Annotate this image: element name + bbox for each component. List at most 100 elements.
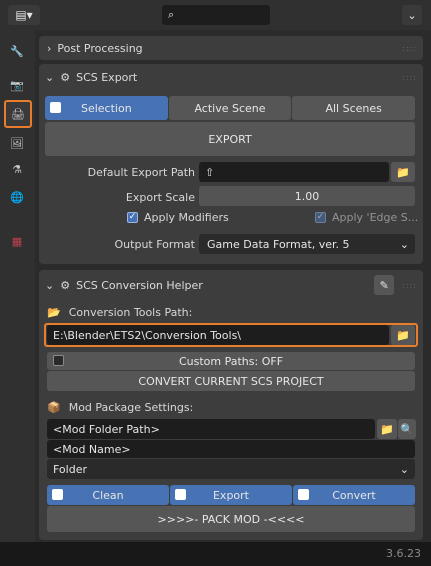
properties-tabs: 🔧 📷 🖨 🖼 ⚗ 🌐 ▦ (0, 30, 35, 542)
output-icon[interactable]: 🖨 (4, 100, 32, 128)
chevron-down-icon: ⌄ (45, 278, 55, 292)
checkbox-icon (175, 489, 186, 500)
drag-handle-icon[interactable]: :::: (402, 44, 417, 53)
status-bar: 3.6.23 (0, 542, 431, 566)
panel-title: SCS Conversion Helper (76, 278, 203, 292)
convert-project-button[interactable]: CONVERT CURRENT SCS PROJECT (47, 371, 415, 391)
checkbox-label: Apply Modifiers (144, 211, 229, 224)
scene-icon[interactable]: ⚗ (6, 158, 28, 180)
editor-header: ▤▾ ⌕ ⌄ (0, 0, 431, 30)
drag-handle-icon[interactable]: :::: (402, 281, 417, 290)
apply-modifiers-checkbox[interactable]: Apply Modifiers (127, 211, 229, 224)
texture-icon[interactable]: ▦ (6, 230, 28, 252)
chevron-down-icon: ⌄ (45, 70, 55, 84)
mod-type-select[interactable]: Folder ⌄ (47, 459, 415, 479)
custom-paths-toggle[interactable]: Custom Paths: OFF (47, 352, 415, 370)
folder-browse-button[interactable]: 📁 (391, 162, 415, 182)
checkbox-icon (50, 102, 61, 113)
button-label: EXPORT (208, 132, 252, 146)
tab-label: Selection (80, 101, 132, 115)
properties-editor-icon: ▤▾ (15, 8, 33, 22)
apply-edge-split-checkbox[interactable]: Apply 'Edge S... (315, 211, 418, 224)
clean-toggle[interactable]: Clean (47, 485, 169, 505)
section-label: Conversion Tools Path: (68, 306, 193, 319)
tab-selection[interactable]: Selection (45, 96, 168, 120)
search-folder-button[interactable]: 🔍 (398, 419, 416, 439)
folder-browse-button[interactable]: 📁 (377, 419, 397, 439)
options-dropdown-button[interactable]: ⌄ (402, 5, 422, 25)
checkbox-icon (298, 489, 309, 500)
convert-toggle[interactable]: Convert (293, 485, 415, 505)
pack-options: Clean Export Convert (47, 485, 415, 505)
output-format-label: Output Format (114, 238, 195, 251)
drag-handle-icon[interactable]: :::: (402, 73, 417, 82)
chevron-down-icon: ⌄ (399, 237, 409, 251)
checkbox-icon (315, 212, 326, 223)
export-button[interactable]: EXPORT (45, 122, 415, 156)
pack-mod-button[interactable]: >>>>- PACK MOD -<<<< (47, 506, 415, 532)
panel-title: Post Processing (57, 41, 143, 55)
button-label: >>>>- PACK MOD -<<<< (157, 512, 305, 526)
mod-folder-path-field[interactable]: <Mod Folder Path> (47, 419, 375, 439)
scs-export-header[interactable]: ⌄ ⚙ SCS Export :::: (45, 66, 417, 88)
toggle-label: Clean (92, 488, 124, 502)
tab-label: All Scenes (325, 101, 382, 115)
export-toggle[interactable]: Export (170, 485, 292, 505)
toggle-label: Export (212, 488, 249, 502)
export-scope-tabs: Selection Active Scene All Scenes (45, 96, 416, 120)
search-input[interactable]: ⌕ (162, 5, 270, 25)
toggle-label: Convert (332, 488, 376, 502)
conversion-tools-path-field[interactable]: E:\Blender\ETS2\Conversion Tools\ (47, 325, 389, 345)
export-scale-label: Export Scale (125, 191, 195, 204)
chevron-down-icon: ⌄ (399, 462, 409, 476)
select-value: Game Data Format, ver. 5 (207, 237, 350, 251)
field-value: <Mod Folder Path> (53, 422, 160, 436)
folder-icon: 📂 (47, 306, 61, 319)
render-icon[interactable]: 📷 (6, 74, 28, 96)
properties-content: › Post Processing :::: ⌄ ⚙ SCS Export ::… (35, 30, 431, 542)
folder-browse-button[interactable]: 📁 (391, 325, 415, 345)
tool-icon[interactable]: 🔧 (6, 40, 28, 62)
default-export-path-field[interactable]: ⇧ (199, 162, 389, 182)
field-value: <Mod Name> (53, 442, 131, 456)
toggle-label: Custom Paths: OFF (178, 354, 284, 368)
settings-dropper-button[interactable]: ✎ (374, 275, 395, 295)
export-scale-field[interactable]: 1.00 (199, 186, 415, 206)
magnifier-icon: 🔍 (400, 422, 414, 436)
field-value: 1.00 (294, 189, 320, 203)
chevron-down-icon: ⌄ (407, 8, 417, 22)
panel-title: SCS Export (76, 70, 138, 84)
tab-all-scenes[interactable]: All Scenes (292, 96, 416, 120)
tab-label: Active Scene (194, 101, 266, 115)
eyedropper-icon: ✎ (379, 278, 389, 292)
search-icon: ⌕ (168, 8, 175, 21)
folder-icon: 📁 (396, 328, 410, 342)
editor-type-button[interactable]: ▤▾ (8, 5, 40, 25)
mod-package-heading: 📦 Mod Package Settings: (47, 401, 193, 414)
scs-logo-icon: ⚙ (60, 278, 71, 292)
folder-icon: 📁 (380, 422, 394, 436)
chevron-right-icon: › (47, 41, 52, 55)
output-format-select[interactable]: Game Data Format, ver. 5 ⌄ (199, 234, 415, 254)
view-layer-icon[interactable]: 🖼 (6, 132, 28, 154)
version-label: 3.6.23 (386, 547, 421, 560)
checkbox-label: Apply 'Edge S... (332, 211, 419, 224)
checkbox-icon (127, 212, 138, 223)
default-export-path-label: Default Export Path (87, 166, 195, 179)
section-label: Mod Package Settings: (68, 401, 194, 414)
field-value: E:\Blender\ETS2\Conversion Tools\ (53, 328, 242, 342)
post-processing-panel[interactable]: › Post Processing :::: (39, 36, 423, 60)
scs-export-panel: ⌄ ⚙ SCS Export :::: Selection Active Sce… (39, 64, 423, 264)
scs-logo-icon: ⚙ (60, 70, 71, 84)
mod-name-field[interactable]: <Mod Name> (47, 440, 415, 458)
tab-active-scene[interactable]: Active Scene (168, 96, 292, 120)
upload-icon: ⇧ (205, 165, 215, 179)
conversion-tools-path-heading: 📂 Conversion Tools Path: (47, 306, 192, 319)
button-label: CONVERT CURRENT SCS PROJECT (138, 374, 324, 388)
world-icon[interactable]: 🌐 (6, 186, 28, 208)
checkbox-icon (52, 489, 63, 500)
folder-icon: 📁 (396, 165, 410, 179)
conversion-helper-header[interactable]: ⌄ ⚙ SCS Conversion Helper ✎ :::: (45, 274, 417, 296)
select-value: Folder (53, 462, 87, 476)
package-icon: 📦 (47, 401, 61, 414)
